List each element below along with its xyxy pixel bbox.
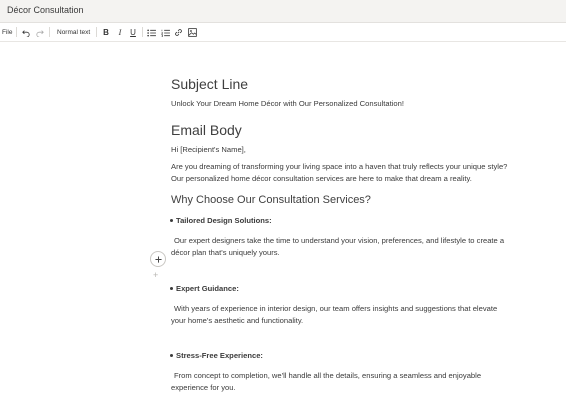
- document-title: Décor Consultation: [7, 5, 84, 15]
- italic-icon[interactable]: I: [116, 27, 124, 38]
- link-icon[interactable]: [173, 27, 183, 38]
- subject-heading[interactable]: Subject Line: [171, 76, 248, 92]
- undo-icon[interactable]: [21, 27, 31, 38]
- toolbar-divider: [96, 27, 97, 37]
- greeting-text[interactable]: Hi [Recipient's Name],: [171, 144, 516, 156]
- file-menu[interactable]: File: [2, 27, 12, 38]
- toolbar-divider: [142, 27, 143, 37]
- paragraph-line[interactable]: With years of experience in interior des…: [174, 303, 519, 315]
- numbered-list-icon[interactable]: [160, 27, 170, 38]
- section-heading[interactable]: Why Choose Our Consultation Services?: [171, 194, 371, 206]
- subject-text[interactable]: Unlock Your Dream Home Décor with Our Pe…: [171, 98, 516, 110]
- toolbar-divider: [16, 27, 17, 37]
- toolbar: File Normal text B I U: [0, 23, 566, 42]
- paragraph-line[interactable]: From concept to completion, we'll handle…: [174, 370, 519, 382]
- image-icon[interactable]: [187, 27, 197, 38]
- plus-icon: [154, 255, 162, 263]
- list-item-title[interactable]: Stress-Free Experience:: [170, 351, 263, 360]
- email-body-heading[interactable]: Email Body: [171, 122, 242, 138]
- underline-icon[interactable]: U: [129, 27, 137, 38]
- toolbar-divider: [49, 27, 50, 37]
- paragraph-line[interactable]: décor plan that's uniquely yours.: [171, 247, 516, 259]
- paragraph-line[interactable]: Our expert designers take the time to un…: [174, 235, 519, 247]
- add-block-button[interactable]: [150, 251, 166, 267]
- bold-icon[interactable]: B: [102, 27, 110, 38]
- redo-icon[interactable]: [35, 27, 45, 38]
- list-item-title[interactable]: Expert Guidance:: [170, 284, 239, 293]
- paragraph-line[interactable]: experience for you.: [171, 382, 516, 394]
- text-style-dropdown[interactable]: Normal text: [57, 27, 90, 38]
- list-item-title[interactable]: Tailored Design Solutions:: [170, 216, 272, 225]
- intro-line-2[interactable]: Our personalized home décor consultation…: [171, 173, 516, 185]
- plus-icon[interactable]: +: [153, 270, 158, 280]
- intro-line-1[interactable]: Are you dreaming of transforming your li…: [171, 161, 516, 173]
- title-bar: Décor Consultation: [0, 0, 566, 23]
- paragraph-line[interactable]: your home's aesthetic and functionality.: [171, 315, 516, 327]
- bullet-list-icon[interactable]: [146, 27, 156, 38]
